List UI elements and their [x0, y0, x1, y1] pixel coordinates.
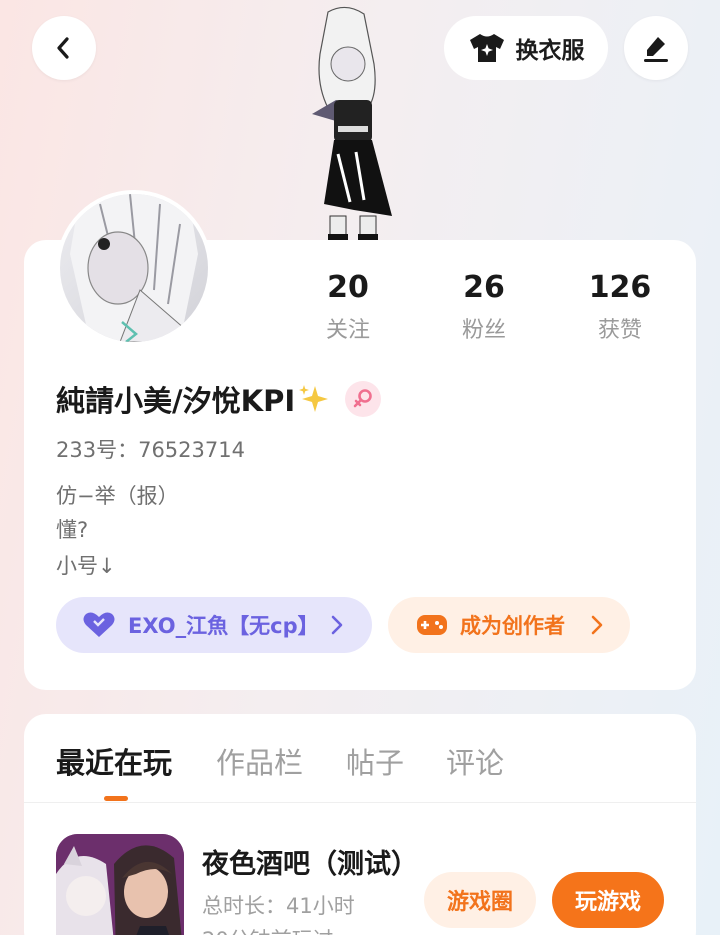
- followers-stat[interactable]: 26 粉丝: [424, 270, 544, 344]
- profile-avatar[interactable]: [56, 190, 212, 346]
- gender-badge: [345, 381, 382, 417]
- game-thumbnail[interactable]: [56, 834, 184, 935]
- shirt-icon: [469, 34, 504, 62]
- pen-icon: [644, 37, 668, 62]
- bio-line: 仿−举（报）: [56, 484, 179, 508]
- following-count: 20: [327, 270, 369, 305]
- active-tab-indicator: [104, 796, 128, 801]
- bio-line: 懂?: [56, 518, 89, 542]
- chevron-left-icon: [57, 37, 69, 59]
- likes-count: 126: [588, 270, 652, 305]
- username-row: 純請小美/汐悅KPI: [56, 378, 382, 420]
- user-id: 233号：76523714: [56, 438, 245, 462]
- chevron-right-icon: [591, 615, 603, 635]
- heart-icon: [83, 612, 115, 637]
- fan-group-chip[interactable]: EXO_江魚【无cp】: [56, 597, 372, 653]
- game-last-played: 20分钟前玩过: [202, 924, 334, 935]
- followers-label: 粉丝: [461, 318, 506, 343]
- game-title: 夜色酒吧（测试）: [202, 849, 402, 880]
- tab-works[interactable]: 作品栏: [216, 740, 303, 782]
- likes-label: 获赞: [597, 318, 642, 343]
- edit-profile-button[interactable]: [624, 16, 688, 80]
- play-game-button[interactable]: 玩游戏: [552, 872, 664, 928]
- game-playtime: 总时长：41小时: [202, 894, 355, 918]
- chevron-right-icon: [331, 615, 343, 635]
- female-icon: [353, 389, 372, 408]
- back-button[interactable]: [32, 16, 96, 80]
- avatar-3d-figure: [298, 4, 398, 242]
- change-outfit-label: 换衣服: [515, 38, 585, 64]
- content-tabs-card: 最近在玩 作品栏 帖子 评论 夜色酒吧（测试） 总时长：41小时 20分钟前玩过…: [24, 714, 696, 935]
- game-circle-button[interactable]: 游戏圈: [424, 872, 536, 928]
- tab-recently-played[interactable]: 最近在玩: [56, 740, 172, 782]
- tab-posts[interactable]: 帖子: [346, 740, 404, 782]
- change-outfit-button[interactable]: 换衣服: [444, 16, 608, 80]
- followers-count: 26: [463, 270, 505, 305]
- tab-comments[interactable]: 评论: [446, 740, 504, 782]
- following-label: 关注: [325, 318, 370, 343]
- become-creator-chip[interactable]: 成为创作者: [388, 597, 630, 653]
- become-creator-label: 成为创作者: [460, 614, 565, 638]
- gamepad-icon: [417, 615, 447, 635]
- sparkle-icon: [299, 385, 329, 412]
- following-stat[interactable]: 20 关注: [288, 270, 408, 344]
- bio-line: 小号↓: [56, 554, 116, 578]
- game-list-item[interactable]: 夜色酒吧（测试） 总时长：41小时 20分钟前玩过 游戏圈 玩游戏: [56, 834, 676, 935]
- username: 純請小美/汐悅KPI: [56, 384, 296, 418]
- likes-stat[interactable]: 126 获赞: [560, 270, 680, 344]
- fan-group-label: EXO_江魚【无cp】: [128, 614, 319, 638]
- divider: [24, 802, 696, 803]
